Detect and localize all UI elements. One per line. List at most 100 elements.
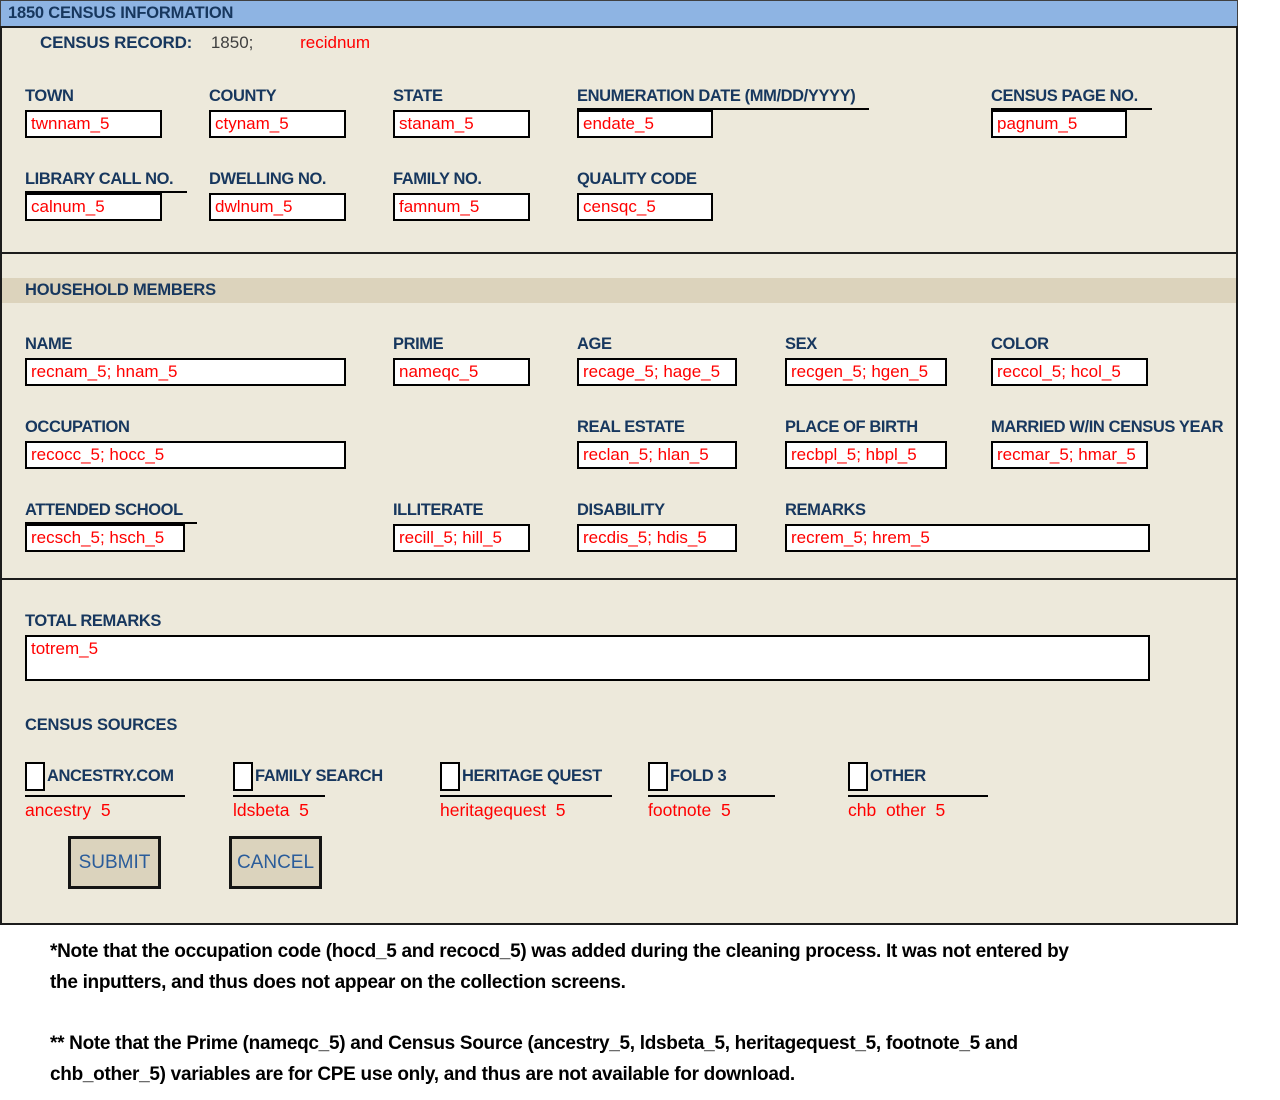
county-input[interactable]: ctynam_5 — [209, 110, 346, 138]
state-input[interactable]: stanam_5 — [393, 110, 530, 138]
quality-code-input[interactable]: censqc_5 — [577, 193, 713, 221]
family-search-label: FAMILY SEARCH — [253, 762, 383, 791]
census-record-line: CENSUS RECORD: 1850; recidnum — [40, 33, 370, 53]
heritage-quest-label: HERITAGE QUEST — [460, 762, 602, 791]
field-place-of-birth: PLACE OF BIRTH recbpl_5; hbpl_5 — [785, 418, 947, 469]
married-win-census-year-input[interactable]: recmar_5; hmar_5 — [991, 441, 1148, 469]
library-call-no-label: LIBRARY CALL NO. — [25, 170, 187, 193]
other-variable: chb other 5 — [848, 800, 945, 821]
enumeration-date-label: ENUMERATION DATE (MM/DD/YYYY) — [577, 87, 869, 110]
color-label: COLOR — [991, 335, 1148, 358]
source-heritage-quest: HERITAGE QUEST — [440, 762, 612, 797]
dwelling-no-input[interactable]: dwlnum_5 — [209, 193, 346, 221]
family-search-variable: ldsbeta 5 — [233, 800, 309, 821]
heritage-quest-checkbox[interactable] — [440, 762, 460, 791]
name-input[interactable]: recnam_5; hnam_5 — [25, 358, 346, 386]
total-remarks-label: TOTAL REMARKS — [25, 612, 1150, 635]
source-ancestry: ANCESTRY.COM — [25, 762, 185, 797]
field-state: STATE stanam_5 — [393, 87, 530, 138]
prime-input[interactable]: nameqc_5 — [393, 358, 530, 386]
occupation-label: OCCUPATION — [25, 418, 346, 441]
form-title: 1850 CENSUS INFORMATION — [0, 0, 1238, 27]
census-record-label: CENSUS RECORD: — [40, 33, 192, 52]
field-age: AGE recage_5; hage_5 — [577, 335, 737, 386]
field-real-estate: REAL ESTATE reclan_5; hlan_5 — [577, 418, 737, 469]
town-label: TOWN — [25, 87, 162, 110]
dwelling-no-label: DWELLING NO. — [209, 170, 346, 193]
family-search-checkbox[interactable] — [233, 762, 253, 791]
remarks-label: REMARKS — [785, 501, 1150, 524]
occupation-code-note: *Note that the occupation code (hocd_5 a… — [50, 936, 1200, 998]
census-sources-label: CENSUS SOURCES — [25, 716, 177, 735]
field-census-page-no: CENSUS PAGE NO. pagnum_5 — [991, 87, 1152, 138]
census-page-no-input[interactable]: pagnum_5 — [991, 110, 1127, 138]
field-name: NAME recnam_5; hnam_5 — [25, 335, 346, 386]
ancestry-variable: ancestry 5 — [25, 800, 111, 821]
field-occupation: OCCUPATION recocc_5; hocc_5 — [25, 418, 346, 469]
sex-label: SEX — [785, 335, 947, 358]
field-color: COLOR reccol_5; hcol_5 — [991, 335, 1148, 386]
state-label: STATE — [393, 87, 530, 110]
county-label: COUNTY — [209, 87, 346, 110]
other-checkbox[interactable] — [848, 762, 868, 791]
field-enumeration-date: ENUMERATION DATE (MM/DD/YYYY) endate_5 — [577, 87, 869, 138]
record-id-variable: recidnum — [300, 33, 370, 52]
source-fold3: FOLD 3 — [648, 762, 775, 797]
attended-school-label: ATTENDED SCHOOL — [25, 501, 197, 524]
field-county: COUNTY ctynam_5 — [209, 87, 346, 138]
source-other: OTHER — [848, 762, 988, 797]
place-of-birth-input[interactable]: recbpl_5; hbpl_5 — [785, 441, 947, 469]
field-disability: DISABILITY recdis_5; hdis_5 — [577, 501, 737, 552]
library-call-no-input[interactable]: calnum_5 — [25, 193, 162, 221]
field-attended-school: ATTENDED SCHOOL recsch_5; hsch_5 — [25, 501, 197, 552]
field-illiterate: ILLITERATE recill_5; hill_5 — [393, 501, 530, 552]
married-win-census-year-label: MARRIED W/IN CENSUS YEAR — [991, 418, 1223, 441]
field-married-win-census-year: MARRIED W/IN CENSUS YEAR recmar_5; hmar_… — [991, 418, 1223, 469]
ancestry-label: ANCESTRY.COM — [45, 762, 174, 791]
field-quality-code: QUALITY CODE censqc_5 — [577, 170, 713, 221]
heritage-quest-variable: heritagequest 5 — [440, 800, 566, 821]
age-label: AGE — [577, 335, 737, 358]
source-family-search: FAMILY SEARCH — [233, 762, 325, 797]
family-no-label: FAMILY NO. — [393, 170, 530, 193]
census-year: 1850; — [211, 33, 254, 52]
real-estate-label: REAL ESTATE — [577, 418, 737, 441]
household-members-header: HOUSEHOLD MEMBERS — [2, 278, 1236, 303]
fold3-variable: footnote 5 — [648, 800, 731, 821]
illiterate-input[interactable]: recill_5; hill_5 — [393, 524, 530, 552]
real-estate-input[interactable]: reclan_5; hlan_5 — [577, 441, 737, 469]
illiterate-label: ILLITERATE — [393, 501, 530, 524]
ancestry-checkbox[interactable] — [25, 762, 45, 791]
occupation-input[interactable]: recocc_5; hocc_5 — [25, 441, 346, 469]
fold3-checkbox[interactable] — [648, 762, 668, 791]
cancel-button[interactable]: CANCEL — [229, 836, 322, 889]
remarks-input[interactable]: recrem_5; hrem_5 — [785, 524, 1150, 552]
prime-label: PRIME — [393, 335, 530, 358]
field-prime: PRIME nameqc_5 — [393, 335, 530, 386]
census-form: 1850 CENSUS INFORMATION CENSUS RECORD: 1… — [0, 0, 1238, 925]
disability-input[interactable]: recdis_5; hdis_5 — [577, 524, 737, 552]
census-page-no-label: CENSUS PAGE NO. — [991, 87, 1152, 110]
attended-school-input[interactable]: recsch_5; hsch_5 — [25, 524, 185, 552]
total-remarks-input[interactable]: totrem_5 — [25, 635, 1150, 681]
field-total-remarks: TOTAL REMARKS totrem_5 — [25, 612, 1150, 681]
submit-button[interactable]: SUBMIT — [68, 836, 161, 889]
field-town: TOWN twnnam_5 — [25, 87, 162, 138]
field-dwelling-no: DWELLING NO. dwlnum_5 — [209, 170, 346, 221]
field-library-call-no: LIBRARY CALL NO. calnum_5 — [25, 170, 187, 221]
other-label: OTHER — [868, 762, 926, 791]
quality-code-label: QUALITY CODE — [577, 170, 713, 193]
fold3-label: FOLD 3 — [668, 762, 726, 791]
age-input[interactable]: recage_5; hage_5 — [577, 358, 737, 386]
cpe-use-note: ** Note that the Prime (nameqc_5) and Ce… — [50, 1028, 1200, 1090]
name-label: NAME — [25, 335, 346, 358]
color-input[interactable]: reccol_5; hcol_5 — [991, 358, 1148, 386]
family-no-input[interactable]: famnum_5 — [393, 193, 530, 221]
field-sex: SEX recgen_5; hgen_5 — [785, 335, 947, 386]
enumeration-date-input[interactable]: endate_5 — [577, 110, 713, 138]
place-of-birth-label: PLACE OF BIRTH — [785, 418, 947, 441]
town-input[interactable]: twnnam_5 — [25, 110, 162, 138]
disability-label: DISABILITY — [577, 501, 737, 524]
field-remarks: REMARKS recrem_5; hrem_5 — [785, 501, 1150, 552]
sex-input[interactable]: recgen_5; hgen_5 — [785, 358, 947, 386]
